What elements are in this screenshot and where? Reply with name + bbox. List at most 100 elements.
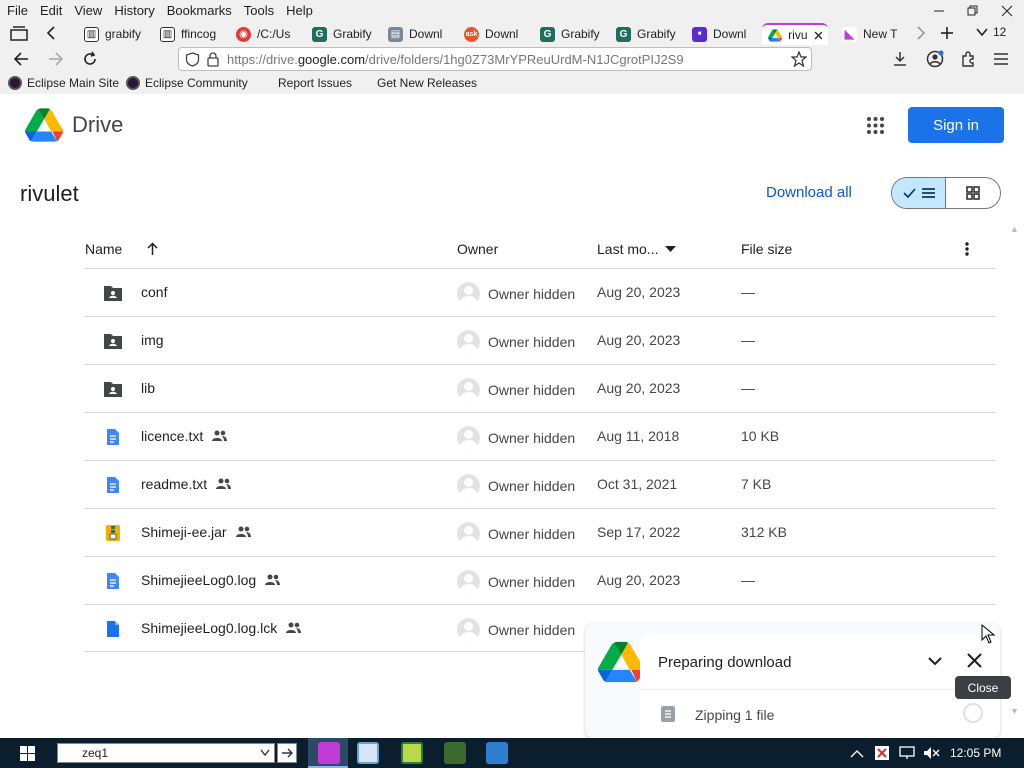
lock-icon[interactable] xyxy=(207,52,219,67)
extensions-icon[interactable] xyxy=(960,51,976,67)
tab-download-3[interactable]: ■ Downl xyxy=(686,23,762,45)
shield-icon[interactable] xyxy=(185,52,200,67)
apps-grid-icon[interactable] xyxy=(866,116,885,135)
file-row[interactable]: licence.txt Owner hidden Aug 11, 2018 10… xyxy=(85,412,995,460)
file-size: 10 KB xyxy=(741,428,780,444)
taskbar-search-input[interactable]: zeq1 xyxy=(57,743,275,763)
arrow-right-icon xyxy=(282,748,293,758)
reload-icon[interactable] xyxy=(82,51,98,67)
download-title: Preparing download xyxy=(658,654,792,671)
bookmark-star-icon[interactable] xyxy=(791,51,807,67)
folder-title: rivulet xyxy=(20,181,79,206)
account-icon[interactable] xyxy=(926,50,944,68)
file-name: Shimeji-ee.jar xyxy=(141,524,252,540)
tab-local-file[interactable]: ◉ /C:/Us xyxy=(230,23,306,45)
close-window-button[interactable] xyxy=(990,0,1024,21)
file-row[interactable]: lib Owner hidden Aug 20, 2023 — xyxy=(85,364,995,412)
close-icon[interactable] xyxy=(967,653,982,668)
url-bar[interactable]: https://drive.google.com/drive/folders/1… xyxy=(178,47,812,71)
file-row[interactable]: Shimeji-ee.jar Owner hidden Sep 17, 2022… xyxy=(85,508,995,556)
scroll-tabs-right-icon[interactable] xyxy=(916,26,926,40)
drive-logo-icon[interactable] xyxy=(25,108,63,142)
file-size: 312 KB xyxy=(741,524,787,540)
file-name-text: readme.txt xyxy=(141,476,208,492)
tab-new-tab[interactable]: ◣ New T xyxy=(836,23,908,45)
scroll-tabs-left-icon[interactable] xyxy=(46,26,56,40)
collapse-chevron-icon[interactable] xyxy=(928,656,942,666)
network-icon[interactable] xyxy=(899,746,916,760)
tab-rivulet-active[interactable]: rivu xyxy=(762,23,828,45)
scroll-up-arrow[interactable]: ▲ xyxy=(1010,224,1019,234)
volume-muted-icon[interactable] xyxy=(923,746,940,760)
sign-in-button[interactable]: Sign in xyxy=(908,107,1004,143)
downloads-icon[interactable] xyxy=(892,51,908,67)
tab-grabify-3[interactable]: G Grabify xyxy=(534,23,610,45)
tray-chevron-up-icon[interactable] xyxy=(850,749,864,758)
grabify-g-icon: G xyxy=(312,26,327,42)
new-tab-icon[interactable] xyxy=(940,26,954,40)
chevron-down-icon[interactable] xyxy=(260,749,270,757)
list-view-button[interactable] xyxy=(892,178,947,208)
red-disc-icon: ◉ xyxy=(236,26,251,42)
owner-text: Owner hidden xyxy=(488,333,576,350)
tab-label: ffincog xyxy=(181,27,217,41)
restore-button[interactable] xyxy=(956,0,990,21)
tab-download-2[interactable]: ask Downl xyxy=(458,23,534,45)
hamburger-menu-icon[interactable] xyxy=(994,53,1008,65)
minecraft-icon[interactable] xyxy=(444,742,466,764)
menu-bookmarks[interactable]: Bookmarks xyxy=(162,3,237,18)
file-name-text: licence.txt xyxy=(141,428,204,444)
menu-view[interactable]: View xyxy=(69,3,107,18)
file-name-text: conf xyxy=(141,284,168,300)
close-tab-icon[interactable] xyxy=(814,31,823,40)
chevron-down-icon xyxy=(976,28,988,37)
bookmark-get-new-releases[interactable]: Get New Releases xyxy=(377,76,477,90)
tab-overflow-button[interactable]: 12 xyxy=(976,25,1006,39)
column-header-name[interactable]: Name xyxy=(85,241,122,257)
tab-grabify-2[interactable]: G Grabify xyxy=(306,23,382,45)
sort-ascending-arrow-icon[interactable] xyxy=(146,242,159,256)
taskbar-browser-app[interactable] xyxy=(308,738,348,768)
bookmark-report-issues[interactable]: Report Issues xyxy=(278,76,352,90)
drive-brand-text[interactable]: Drive xyxy=(72,112,123,138)
menu-file[interactable]: File xyxy=(2,3,33,18)
file-row[interactable]: img Owner hidden Aug 20, 2023 — xyxy=(85,316,995,364)
menu-edit[interactable]: Edit xyxy=(35,3,67,18)
owner-text: Owner hidden xyxy=(488,429,576,446)
grid-view-button[interactable] xyxy=(946,178,1000,208)
download-card: Preparing download Zipping 1 file xyxy=(640,634,1000,738)
download-all-button[interactable]: Download all xyxy=(766,184,852,201)
menu-history[interactable]: History xyxy=(109,3,159,18)
back-icon[interactable] xyxy=(13,52,29,66)
sort-dropdown-icon[interactable] xyxy=(665,246,676,253)
tab-grabify-1[interactable]: ▥ grabify xyxy=(78,23,154,45)
system-app-icon[interactable] xyxy=(486,742,508,764)
scroll-down-arrow[interactable]: ▼ xyxy=(1010,706,1019,716)
search-go-button[interactable] xyxy=(277,743,297,763)
tab-label: Downl xyxy=(485,27,519,41)
file-row[interactable]: readme.txt Owner hidden Oct 31, 2021 7 K… xyxy=(85,460,995,508)
bookmark-eclipse-main-site[interactable]: Eclipse Main Site xyxy=(8,76,119,90)
column-header-last-modified[interactable]: Last mo... xyxy=(597,241,658,257)
tab-download-1[interactable]: ▤ Downl xyxy=(382,23,458,45)
file-name: lib xyxy=(141,380,155,396)
tab-grabify-4[interactable]: G Grabify xyxy=(610,23,686,45)
file-name-text: ShimejieeLog0.log.lck xyxy=(141,620,278,636)
menu-help[interactable]: Help xyxy=(281,3,318,18)
notepad-icon[interactable] xyxy=(357,742,379,764)
file-row[interactable]: ShimejieeLog0.log Owner hidden Aug 20, 2… xyxy=(85,556,995,604)
more-options-icon[interactable] xyxy=(964,241,970,257)
menu-tools[interactable]: Tools xyxy=(239,3,279,18)
search-value: zeq1 xyxy=(82,746,109,760)
file-row[interactable]: conf Owner hidden Aug 20, 2023 — xyxy=(85,268,995,316)
forward-icon[interactable] xyxy=(48,52,64,66)
windows-start-icon[interactable] xyxy=(20,746,35,761)
taskbar-clock[interactable]: 12:05 PM xyxy=(950,746,1001,760)
tab-list-icon[interactable] xyxy=(10,26,28,41)
app-icon[interactable] xyxy=(401,742,423,764)
avatar xyxy=(457,282,480,305)
security-alert-icon[interactable] xyxy=(875,746,891,761)
tab-ffincog[interactable]: ▥ ffincog xyxy=(154,23,230,45)
minimize-button[interactable] xyxy=(922,0,956,21)
bookmark-eclipse-community[interactable]: Eclipse Community xyxy=(126,76,248,90)
